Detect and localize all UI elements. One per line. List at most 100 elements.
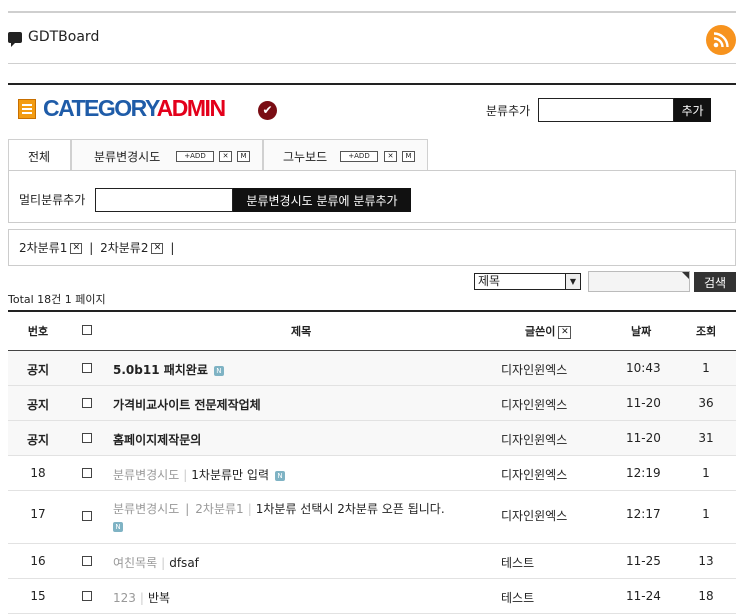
row-checkbox[interactable] (82, 363, 92, 373)
table-row[interactable]: 공지 5.0b11 패치완료 N 디자인윈엑스 10:43 1 (8, 351, 736, 386)
post-category[interactable]: 분류변경시도 (113, 468, 179, 482)
tab-add-button[interactable]: +ADD (176, 151, 214, 162)
search-button[interactable]: 검색 (694, 272, 736, 292)
post-category[interactable]: 123 (113, 591, 136, 605)
column-writer: 글쓴이 ✕ (525, 323, 572, 339)
post-subject: 여친목록 | dfsaf (113, 556, 199, 570)
post-views: 18 (698, 589, 714, 603)
total-count: Total 18건 1 페이지 (8, 293, 106, 306)
post-subject: 홈페이지제작문의 (113, 431, 201, 448)
post-views: 1 (702, 361, 710, 375)
post-writer[interactable]: 디자인윈엑스 (501, 431, 567, 448)
tab-delete-icon[interactable]: ✕ (219, 151, 232, 162)
chevron-down-icon: ▼ (565, 274, 580, 289)
post-writer[interactable]: 디자인윈엑스 (501, 396, 567, 413)
check-icon[interactable]: ✔ (258, 101, 277, 120)
tab-modify-button[interactable]: M (237, 151, 250, 162)
post-date: 12:17 (626, 507, 661, 521)
new-post-icon: N (113, 521, 123, 532)
post-writer[interactable]: 디자인윈엑스 (501, 507, 567, 524)
sub-category-item[interactable]: 2차분류1 (19, 241, 67, 255)
multi-category-label: 멀티분류추가 (19, 193, 86, 207)
post-title[interactable]: dfsaf (169, 556, 199, 570)
board-title: GDTBoard (28, 29, 100, 45)
post-subject: 분류변경시도 | 1차분류만 입력 N (113, 466, 285, 483)
post-number: 15 (30, 589, 46, 603)
remove-icon[interactable]: ✕ (70, 243, 83, 254)
remove-icon[interactable]: ✕ (151, 243, 164, 254)
corner-mark-icon (682, 272, 689, 279)
tab-delete-icon[interactable]: ✕ (384, 151, 397, 162)
rss-icon[interactable] (706, 25, 736, 55)
category-admin-title: CATEGORYADMIN (43, 95, 226, 121)
post-number: 18 (30, 466, 46, 480)
row-checkbox[interactable] (82, 556, 92, 566)
column-date[interactable]: 날짜 (631, 323, 651, 339)
row-checkbox[interactable] (82, 433, 92, 443)
post-writer[interactable]: 디자인윈엑스 (501, 361, 567, 378)
top-divider (8, 11, 736, 13)
post-subcategory[interactable]: 2차분류1 (195, 502, 243, 516)
table-row[interactable]: 18 분류변경시도 | 1차분류만 입력 N 디자인윈엑스 12:19 1 (8, 456, 736, 491)
table-top-border (8, 310, 736, 312)
search-field-select[interactable]: 제목 ▼ (474, 273, 581, 290)
post-views: 1 (702, 507, 710, 521)
row-checkbox[interactable] (82, 398, 92, 408)
post-number: 17 (30, 507, 46, 521)
post-writer[interactable]: 디자인윈엑스 (501, 466, 567, 483)
post-title[interactable]: 홈페이지제작문의 (113, 433, 201, 447)
sub-category-item[interactable]: 2차분류2 (100, 241, 148, 255)
table-row[interactable]: 공지 가격비교사이트 전문제작업체 디자인윈엑스 11-20 36 (8, 386, 736, 421)
post-category[interactable]: 분류변경시도 (113, 502, 179, 516)
tab-modify-button[interactable]: M (402, 151, 415, 162)
add-category-input[interactable] (538, 98, 674, 122)
post-number: 공지 (26, 363, 50, 377)
speech-bubble-icon (8, 32, 22, 47)
post-writer[interactable]: 테스트 (501, 589, 534, 606)
post-date: 12:19 (626, 466, 661, 480)
post-date: 11-25 (626, 554, 661, 568)
post-views: 13 (698, 554, 714, 568)
table-row[interactable]: 17 분류변경시도 | 2차분류1 | 1차분류 선택시 2차분류 오픈 됩니다. N 디자인… (8, 491, 736, 544)
table-row[interactable]: 공지 홈페이지제작문의 디자인윈엑스 11-20 31 (8, 421, 736, 456)
add-category-label: 분류추가 (486, 104, 531, 118)
new-post-icon: N (275, 470, 285, 481)
row-checkbox[interactable] (82, 591, 92, 601)
post-subject: 가격비교사이트 전문제작업체 (113, 396, 261, 413)
post-number: 공지 (26, 433, 50, 447)
post-subject: 123 | 반복 (113, 591, 171, 605)
tab-add-button[interactable]: +ADD (340, 151, 378, 162)
post-date: 11-20 (626, 431, 661, 445)
post-number: 공지 (26, 398, 50, 412)
add-category-button[interactable]: 추가 (674, 98, 711, 122)
row-checkbox[interactable] (82, 468, 92, 478)
post-views: 36 (698, 396, 714, 410)
column-subject[interactable]: 제목 (291, 323, 311, 339)
post-title[interactable]: 반복 (148, 591, 170, 605)
multi-category-add-button[interactable]: 분류변경시도 분류에 분류추가 (233, 188, 411, 212)
search-input[interactable] (588, 271, 690, 292)
post-title[interactable]: 가격비교사이트 전문제작업체 (113, 398, 261, 412)
sub-category-list: 2차분류1 ✕ | 2차분류2 ✕ | (19, 241, 175, 255)
multi-category-input[interactable] (95, 188, 233, 212)
row-checkbox[interactable] (82, 511, 92, 521)
tab-category-change[interactable]: 분류변경시도 +ADD ✕ M (71, 139, 263, 171)
post-title[interactable]: 1차분류만 입력 (191, 468, 269, 482)
admin-top-border (8, 83, 736, 85)
post-category[interactable]: 여친목록 (113, 556, 157, 570)
table-row[interactable]: 16 여친목록 | dfsaf 테스트 11-25 13 (8, 544, 736, 579)
post-title[interactable]: 5.0b11 패치완료 (113, 363, 208, 377)
post-subject: 5.0b11 패치완료 N (113, 361, 224, 378)
post-title[interactable]: 1차분류 선택시 2차분류 오픈 됩니다. (256, 502, 445, 516)
writer-filter-remove-icon[interactable]: ✕ (558, 325, 572, 339)
tab-gnuboard[interactable]: 그누보드 +ADD ✕ M (263, 139, 428, 171)
post-date: 10:43 (626, 361, 661, 375)
post-number: 16 (30, 554, 46, 568)
column-views[interactable]: 조회 (696, 323, 716, 339)
document-icon (18, 99, 36, 119)
post-writer[interactable]: 테스트 (501, 554, 534, 571)
select-all-checkbox[interactable] (82, 325, 92, 335)
post-views: 31 (698, 431, 714, 445)
tab-all[interactable]: 전체 (8, 139, 71, 171)
post-subject: 분류변경시도 | 2차분류1 | 1차분류 선택시 2차분류 오픈 됩니다. (113, 502, 445, 516)
